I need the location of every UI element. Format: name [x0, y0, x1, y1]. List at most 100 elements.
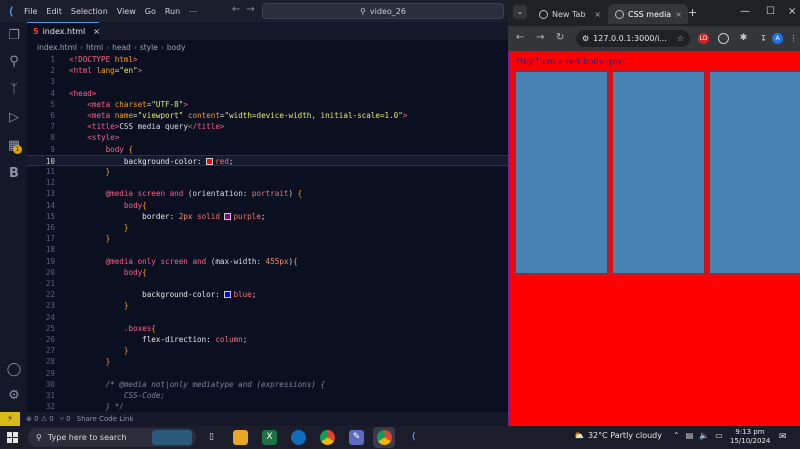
- network-icon[interactable]: ▤: [686, 431, 694, 440]
- breadcrumb-style[interactable]: style: [140, 43, 158, 52]
- code-editor[interactable]: 1 <!DOCTYPE html> 2 <html lang="en"> 3 4 <head…: [27, 54, 508, 412]
- close-icon[interactable]: ×: [594, 10, 601, 19]
- menu-edit[interactable]: Edit: [46, 7, 62, 16]
- code-line[interactable]: 4 <head>: [27, 88, 508, 99]
- code-line[interactable]: 19 @media only screen and (max-width: 45…: [27, 256, 508, 267]
- source-control-icon[interactable]: ᛉ: [6, 82, 22, 98]
- breadcrumb-html[interactable]: html: [86, 43, 103, 52]
- menu-run[interactable]: Run: [165, 7, 180, 16]
- code-line[interactable]: 25 .boxes{: [27, 323, 508, 334]
- code-line[interactable]: 10 background-color: red;: [27, 154, 508, 166]
- tab-css-media[interactable]: CSS media ×: [608, 4, 688, 24]
- maximize-icon[interactable]: ☐: [766, 6, 775, 17]
- line-number: 24: [45, 312, 55, 322]
- menu-view[interactable]: View: [117, 7, 136, 16]
- chrome-active-icon[interactable]: [377, 430, 392, 445]
- search-icon[interactable]: ⚲: [6, 54, 22, 70]
- tab-index-html[interactable]: 5 index.html ×: [27, 22, 100, 40]
- code-line[interactable]: 7 <title>CSS media query</title>: [27, 121, 508, 132]
- share-code-link[interactable]: Share Code Link: [77, 415, 134, 423]
- menu-go[interactable]: Go: [145, 7, 156, 16]
- extension-ld-icon[interactable]: LD: [698, 33, 709, 44]
- menu-more[interactable]: ⋯: [189, 7, 197, 16]
- code-line[interactable]: 13 @media screen and (orientation: portr…: [27, 188, 508, 199]
- code-line[interactable]: 16 }: [27, 222, 508, 233]
- reload-icon[interactable]: ↻: [556, 32, 564, 43]
- address-bar[interactable]: ⚙ 127.0.0.1:3000/i... ☆: [576, 30, 690, 47]
- clock[interactable]: 9:13 pm 15/10/2024: [730, 428, 770, 446]
- new-tab-plus-icon[interactable]: +: [688, 6, 697, 19]
- forward-arrow-icon[interactable]: →: [536, 32, 544, 43]
- window-close-icon[interactable]: ×: [788, 6, 796, 17]
- code-line[interactable]: 24: [27, 312, 508, 323]
- extension-circle-icon[interactable]: [718, 33, 729, 44]
- file-explorer-icon[interactable]: [233, 430, 248, 445]
- code-line[interactable]: 17 }: [27, 233, 508, 244]
- notification-icon[interactable]: ✉: [779, 432, 787, 442]
- extensions-puzzle-icon[interactable]: ✱: [738, 33, 749, 44]
- code-line[interactable]: 11 }: [27, 166, 508, 177]
- star-icon[interactable]: ☆: [677, 34, 684, 43]
- run-debug-icon[interactable]: ▷: [6, 110, 22, 126]
- weather-widget[interactable]: ⛅ 32°C Partly cloudy: [574, 431, 662, 440]
- code-line[interactable]: 6 <meta name="viewport" content="width=d…: [27, 110, 508, 121]
- code-line[interactable]: 15 border: 2px solid purple;: [27, 211, 508, 222]
- forward-arrow-icon[interactable]: →: [246, 4, 260, 15]
- code-line[interactable]: 8 <style>: [27, 132, 508, 143]
- ports-count[interactable]: ⑂ 0: [60, 415, 71, 423]
- code-line[interactable]: 2 <html lang="en">: [27, 65, 508, 76]
- code-line[interactable]: 30 /* @media not|only mediatype and (exp…: [27, 379, 508, 390]
- windows-start-icon[interactable]: [7, 432, 18, 443]
- code-line[interactable]: 23 }: [27, 300, 508, 311]
- back-arrow-icon[interactable]: ←: [516, 32, 524, 43]
- code-line[interactable]: 28 }: [27, 356, 508, 367]
- menu-selection[interactable]: Selection: [71, 7, 108, 16]
- code-line[interactable]: 20 body{: [27, 267, 508, 278]
- command-center[interactable]: ⚲ video_26: [262, 3, 504, 19]
- code-line[interactable]: 1 <!DOCTYPE html>: [27, 54, 508, 65]
- breadcrumb-head[interactable]: head: [112, 43, 131, 52]
- code-line[interactable]: 22 background-color: blue;: [27, 289, 508, 300]
- code-line[interactable]: 29: [27, 368, 508, 379]
- profile-avatar[interactable]: A: [772, 33, 783, 44]
- vscode-taskbar-icon[interactable]: ⟨: [406, 430, 421, 445]
- problems-count[interactable]: ⊗ 0 ⚠ 0: [26, 415, 54, 423]
- download-icon[interactable]: ↧: [758, 33, 769, 44]
- code-line[interactable]: 14 body{: [27, 200, 508, 211]
- code-line[interactable]: 21: [27, 278, 508, 289]
- tab-new-tab[interactable]: New Tab ×: [532, 4, 607, 24]
- breadcrumb-file[interactable]: index.html: [37, 43, 77, 52]
- battery-icon[interactable]: ▭: [715, 431, 723, 440]
- menu-file[interactable]: File: [24, 7, 37, 16]
- kebab-menu-icon[interactable]: ⋮: [788, 33, 799, 44]
- notepad-icon[interactable]: ✎: [349, 430, 364, 445]
- chevron-up-icon[interactable]: ⌃: [673, 431, 680, 440]
- code-line[interactable]: 32 } */: [27, 401, 508, 412]
- minimize-icon[interactable]: —: [740, 6, 750, 17]
- code-line[interactable]: 3: [27, 76, 508, 87]
- explorer-icon[interactable]: ❐: [6, 28, 22, 44]
- code-line[interactable]: 18: [27, 244, 508, 255]
- code-line[interactable]: 12: [27, 177, 508, 188]
- code-line[interactable]: 27 }: [27, 345, 508, 356]
- edge-icon[interactable]: [291, 430, 306, 445]
- task-view-icon[interactable]: ▯: [204, 430, 219, 445]
- tab-search-icon[interactable]: ⌄: [513, 5, 527, 19]
- close-icon[interactable]: ×: [93, 27, 100, 36]
- taskbar-search[interactable]: ⚲ Type here to search: [28, 428, 196, 447]
- code-line[interactable]: 5 <meta charset="UTF-8">: [27, 99, 508, 110]
- remote-icon[interactable]: ⚡: [0, 412, 20, 426]
- code-line[interactable]: 26 flex-direction: column;: [27, 334, 508, 345]
- account-icon[interactable]: ◯: [6, 362, 22, 378]
- breadcrumb-body[interactable]: body: [167, 43, 186, 52]
- back-arrow-icon[interactable]: ←: [232, 4, 246, 15]
- close-icon[interactable]: ×: [675, 10, 682, 19]
- code-line[interactable]: 9 body {: [27, 144, 508, 155]
- gear-icon[interactable]: ⚙: [6, 388, 22, 404]
- volume-icon[interactable]: 🔈: [699, 431, 709, 440]
- excel-icon[interactable]: X: [262, 430, 277, 445]
- code-line[interactable]: 31 CSS-Code;: [27, 390, 508, 401]
- bookmark-b-icon[interactable]: B: [6, 166, 22, 182]
- site-info-icon[interactable]: ⚙: [582, 34, 589, 43]
- chrome-icon[interactable]: [320, 430, 335, 445]
